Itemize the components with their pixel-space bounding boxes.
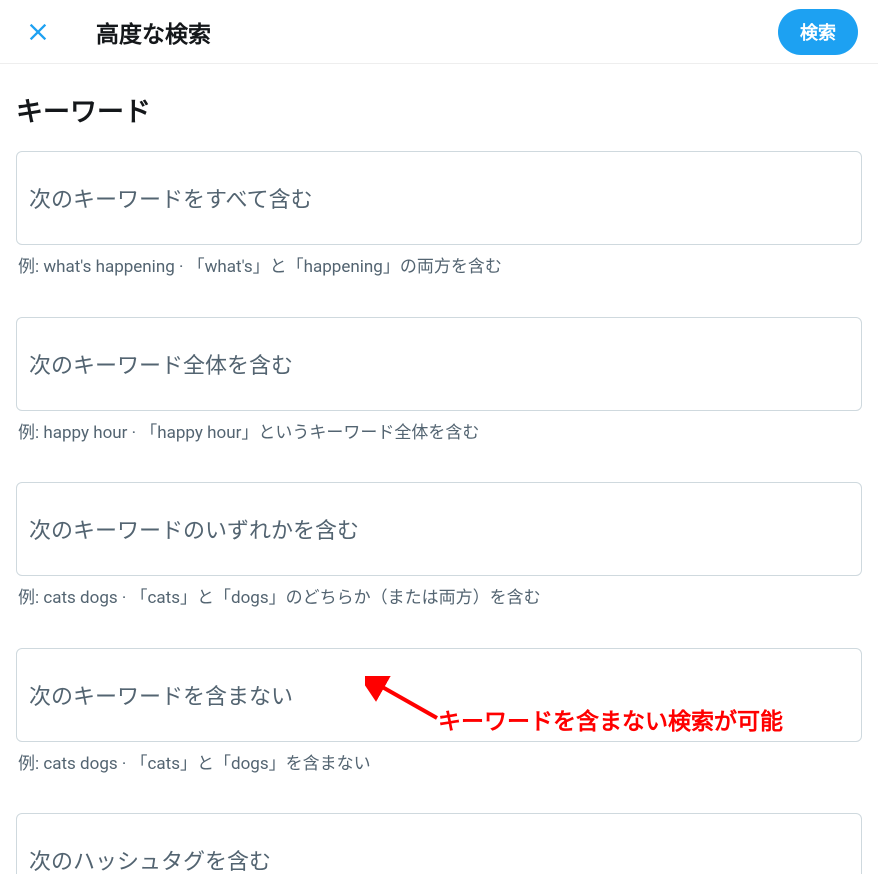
helper-text: 例: happy hour · 「happy hour」というキーワード全体を含… [16, 411, 862, 447]
input-label: 次のキーワードを含まない [17, 649, 861, 741]
input-exact-phrase[interactable]: 次のキーワード全体を含む [16, 317, 862, 411]
close-icon [27, 21, 49, 43]
input-label: 次のハッシュタグを含む [17, 814, 861, 874]
input-none-words[interactable]: 次のキーワードを含まない [16, 648, 862, 742]
content-scroll[interactable]: キーワード 次のキーワードをすべて含む 例: what's happening … [0, 64, 878, 874]
input-label: 次のキーワードのいずれかを含む [17, 483, 861, 575]
field-all-words: 次のキーワードをすべて含む 例: what's happening · 「wha… [0, 151, 878, 317]
input-label: 次のキーワード全体を含む [17, 318, 861, 410]
helper-text: 例: what's happening · 「what's」と「happenin… [16, 245, 862, 281]
search-button[interactable]: 検索 [778, 9, 858, 55]
input-label: 次のキーワードをすべて含む [17, 152, 861, 244]
helper-text: 例: cats dogs · 「cats」と「dogs」のどちらか（または両方）… [16, 576, 862, 612]
section-title: キーワード [0, 64, 878, 151]
field-hashtags: 次のハッシュタグを含む [0, 813, 878, 874]
input-all-words[interactable]: 次のキーワードをすべて含む [16, 151, 862, 245]
input-hashtags[interactable]: 次のハッシュタグを含む [16, 813, 862, 874]
field-exact-phrase: 次のキーワード全体を含む 例: happy hour · 「happy hour… [0, 317, 878, 483]
close-button[interactable] [20, 14, 56, 50]
field-any-words: 次のキーワードのいずれかを含む 例: cats dogs · 「cats」と「d… [0, 482, 878, 648]
input-any-words[interactable]: 次のキーワードのいずれかを含む [16, 482, 862, 576]
modal-header: 高度な検索 検索 [0, 0, 878, 64]
modal-title: 高度な検索 [96, 15, 778, 49]
helper-text: 例: cats dogs · 「cats」と「dogs」を含まない [16, 742, 862, 778]
field-none-words: 次のキーワードを含まない 例: cats dogs · 「cats」と「dogs… [0, 648, 878, 814]
